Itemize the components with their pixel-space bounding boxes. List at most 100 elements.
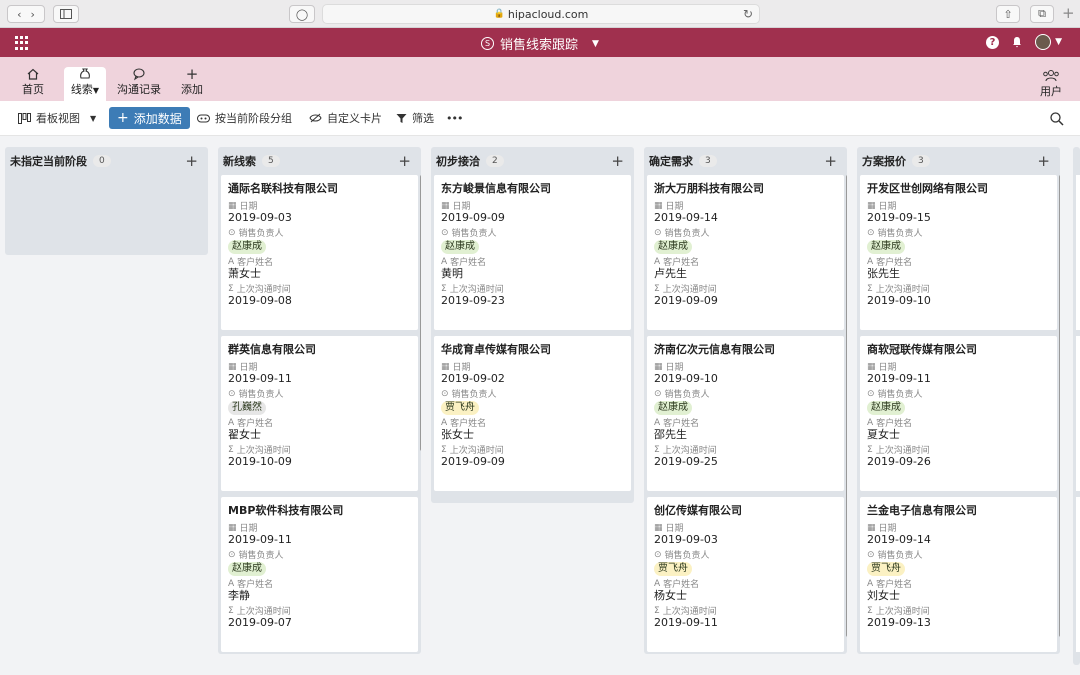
- search-icon[interactable]: [1050, 112, 1064, 126]
- sigma-icon: Σ: [654, 283, 660, 294]
- card-list[interactable]: 通际名联科技有限公司 ▦ 日期 2019-09-03 ⊙ 销售负责人 赵康成 A 客户…: [218, 175, 421, 652]
- card-last-contact: 2019-09-11: [654, 616, 718, 629]
- card-customer: 刘女士: [867, 589, 900, 602]
- custom-card-label: 自定义卡片: [327, 112, 382, 125]
- lead-card[interactable]: [1076, 497, 1080, 652]
- privacy-report-button[interactable]: ◯: [289, 5, 315, 23]
- card-last-contact: 2019-09-08: [228, 294, 292, 307]
- bell-icon[interactable]: [1011, 36, 1023, 48]
- tabs-icon: ⧉: [1038, 7, 1046, 20]
- reload-icon[interactable]: ↻: [743, 7, 753, 21]
- scrollbar[interactable]: [1059, 175, 1060, 637]
- user-circle-icon: ⊙: [441, 388, 449, 399]
- lead-card[interactable]: 兰金电子信息有限公司 ▦ 日期 2019-09-14 ⊙ 销售负责人 贾飞舟 A 客户…: [860, 497, 1057, 652]
- new-tab-icon[interactable]: +: [1062, 4, 1075, 22]
- text-field-icon: A: [228, 578, 235, 589]
- column-count: 3: [699, 155, 717, 167]
- sigma-icon: Σ: [867, 283, 873, 294]
- text-field-icon: A: [654, 578, 661, 589]
- lead-card[interactable]: MBP软件科技有限公司 ▦ 日期 2019-09-11 ⊙ 销售负责人 赵康成 A客…: [221, 497, 418, 652]
- sigma-icon: Σ: [441, 283, 447, 294]
- card-date: 2019-09-02: [441, 372, 505, 385]
- calendar-icon: ▦: [228, 522, 237, 533]
- calendar-icon: ▦: [867, 200, 876, 211]
- lead-card[interactable]: 创亿传媒有限公司 ▦ 日期 2019-09-03 ⊙ 销售负责人 贾飞舟 A 客户姓名…: [647, 497, 844, 652]
- add-card-icon[interactable]: +: [185, 152, 198, 170]
- kanban-board: 未指定当前阶段 0 + 新线索 5 + 通际名联科技有限公司 ▦ 日期 2019-…: [0, 136, 1080, 675]
- sidebar-toggle-button[interactable]: [53, 5, 79, 23]
- filter-button[interactable]: 筛选: [396, 110, 434, 126]
- address-bar[interactable]: 🔒 hipacloud.com ↻: [322, 4, 760, 24]
- sigma-icon: Σ: [228, 444, 234, 455]
- group-by-button[interactable]: 按当前阶段分组: [197, 110, 292, 126]
- view-switcher[interactable]: 看板视图 ▼: [18, 110, 96, 126]
- user-circle-icon: ⊙: [654, 227, 662, 238]
- app-title-dropdown[interactable]: S 销售线索跟踪 ▼: [0, 34, 1080, 53]
- card-customer: 黄明: [441, 267, 463, 280]
- lead-card[interactable]: [1076, 175, 1080, 330]
- card-customer: 杨女士: [654, 589, 687, 602]
- lead-card[interactable]: 东方峻景信息有限公司 ▦ 日期 2019-09-09 ⊙ 销售负责人 赵康成 A 客户…: [434, 175, 631, 330]
- lead-card[interactable]: 商软冠联传媒有限公司 ▦ 日期 2019-09-11 ⊙ 销售负责人 赵康成 A 客户…: [860, 336, 1057, 491]
- sidebar-icon: [60, 9, 72, 19]
- card-customer: 夏女士: [867, 428, 900, 441]
- calendar-icon: ▦: [441, 200, 450, 211]
- add-card-icon[interactable]: +: [398, 152, 411, 170]
- field-label: 销售负责人: [451, 229, 497, 239]
- help-icon[interactable]: ?: [986, 35, 1000, 49]
- card-list[interactable]: 开发区世创网络有限公司 ▦ 日期 2019-09-15 ⊙ 销售负责人 赵康成 A客…: [857, 175, 1060, 652]
- add-data-button[interactable]: + 添加数据: [109, 107, 190, 129]
- lead-card[interactable]: [1076, 336, 1080, 491]
- back-forward-buttons[interactable]: ‹ ›: [7, 5, 45, 23]
- card-list[interactable]: 浙大万朋科技有限公司 ▦ 日期 2019-09-14 ⊙ 销售负责人 赵康成 A 客户…: [644, 175, 847, 652]
- nav-item-users[interactable]: 用户: [1040, 69, 1062, 99]
- card-company: 创亿传媒有限公司: [654, 504, 742, 517]
- calendar-icon: ▦: [228, 361, 237, 372]
- scrollbar[interactable]: [420, 175, 421, 451]
- owner-tag: 赵康成: [654, 240, 692, 254]
- card-company: 通际名联科技有限公司: [228, 182, 338, 195]
- nav-label: 首页: [22, 83, 44, 96]
- card-last-contact: 2019-09-26: [867, 455, 931, 468]
- card-date: 2019-09-03: [228, 211, 292, 224]
- user-circle-icon: ⊙: [654, 388, 662, 399]
- tabs-button[interactable]: ⧉: [1030, 5, 1054, 23]
- forward-icon[interactable]: ›: [31, 8, 35, 21]
- lead-card[interactable]: 开发区世创网络有限公司 ▦ 日期 2019-09-15 ⊙ 销售负责人 赵康成 A客…: [860, 175, 1057, 330]
- view-toolbar: 看板视图 ▼ + 添加数据 按当前阶段分组 自定义卡片 筛选 •••: [0, 101, 1080, 136]
- column-title: 确定需求: [649, 155, 693, 168]
- custom-card-button[interactable]: 自定义卡片: [309, 110, 382, 126]
- lead-card[interactable]: 通际名联科技有限公司 ▦ 日期 2019-09-03 ⊙ 销售负责人 赵康成 A 客户…: [221, 175, 418, 330]
- card-date: 2019-09-11: [867, 372, 931, 385]
- chevron-down-icon: ▼: [90, 113, 97, 123]
- kanban-column: 新线索 5 + 通际名联科技有限公司 ▦ 日期 2019-09-03 ⊙ 销售负责人…: [218, 147, 421, 654]
- card-company: 商软冠联传媒有限公司: [867, 343, 977, 356]
- lead-card[interactable]: 浙大万朋科技有限公司 ▦ 日期 2019-09-14 ⊙ 销售负责人 赵康成 A 客户…: [647, 175, 844, 330]
- nav-item-leads[interactable]: 线索▼: [64, 67, 106, 101]
- card-company: 兰金电子信息有限公司: [867, 504, 977, 517]
- user-circle-icon: ⊙: [867, 227, 875, 238]
- lead-card[interactable]: 华成育卓传媒有限公司 ▦ 日期 2019-09-02 ⊙ 销售负责人 贾飞舟 A 客户…: [434, 336, 631, 491]
- lead-card[interactable]: 济南亿次元信息有限公司 ▦ 日期 2019-09-10 ⊙ 销售负责人 赵康成 A客…: [647, 336, 844, 491]
- card-last-contact: 2019-09-07: [228, 616, 292, 629]
- user-menu[interactable]: ▼: [1035, 34, 1062, 50]
- back-icon[interactable]: ‹: [17, 8, 21, 21]
- nav-item-add[interactable]: + 添加: [178, 67, 206, 101]
- card-last-contact: 2019-09-25: [654, 455, 718, 468]
- scrollbar[interactable]: [846, 175, 847, 637]
- more-button[interactable]: •••: [446, 112, 463, 125]
- text-field-icon: A: [867, 256, 874, 267]
- add-card-icon[interactable]: +: [611, 152, 624, 170]
- app-badge-icon: S: [481, 37, 495, 50]
- nav-item-communication[interactable]: 沟通记录: [116, 67, 162, 101]
- group-icon: [197, 114, 210, 122]
- group-by-label: 按当前阶段分组: [215, 112, 292, 125]
- nav-item-home[interactable]: 首页: [18, 67, 48, 101]
- lead-card[interactable]: 群英信息有限公司 ▦ 日期 2019-09-11 ⊙ 销售负责人 孔巍然 A 客户姓名…: [221, 336, 418, 491]
- share-button[interactable]: ⇧: [996, 5, 1020, 23]
- card-date: 2019-09-14: [867, 533, 931, 546]
- card-list[interactable]: 东方峻景信息有限公司 ▦ 日期 2019-09-09 ⊙ 销售负责人 赵康成 A 客户…: [431, 175, 634, 491]
- add-card-icon[interactable]: +: [1037, 152, 1050, 170]
- calendar-icon: ▦: [654, 361, 663, 372]
- add-card-icon[interactable]: +: [824, 152, 837, 170]
